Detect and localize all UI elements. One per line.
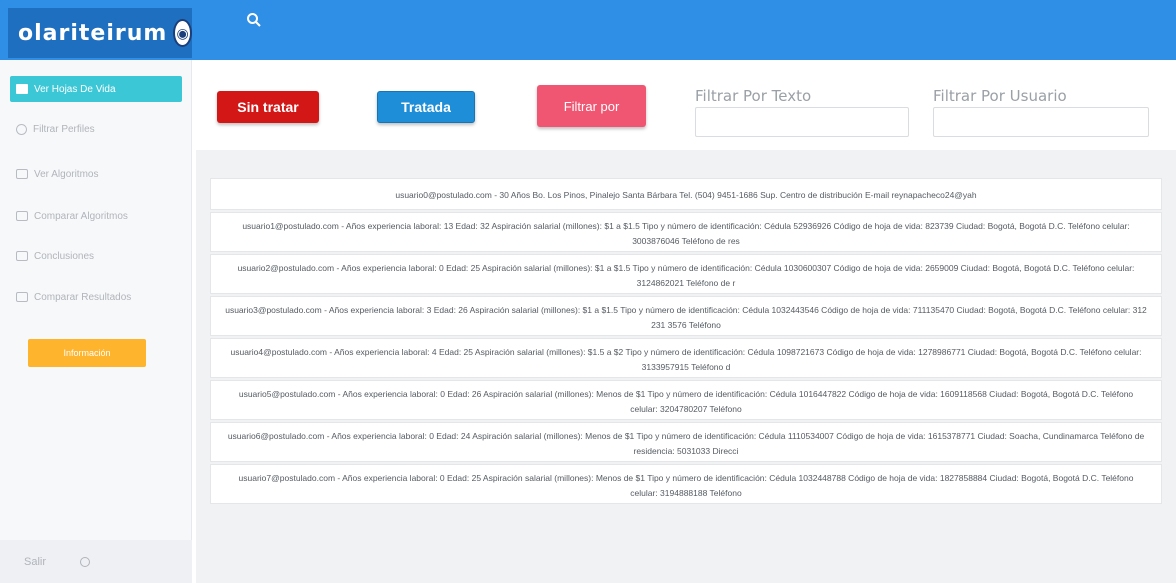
resume-list: usuario0@postulado.com - 30 Años Bo. Los… [210, 178, 1162, 506]
info-button[interactable]: Información [28, 339, 146, 367]
power-icon[interactable] [80, 556, 91, 567]
sidebar-item-label: Filtrar Perfiles [33, 123, 95, 135]
list-item[interactable]: usuario2@postulado.com - Años experienci… [210, 254, 1162, 294]
sidebar-item-label: Ver Hojas De Vida [34, 83, 116, 95]
top-navbar: olariteirum ◉ [0, 0, 1176, 60]
text-filter-label: Filtrar Por Texto [695, 87, 812, 105]
app-logo[interactable]: olariteirum ◉ [8, 8, 192, 58]
filter-by-button[interactable]: Filtrar por [537, 85, 646, 127]
sidebar-item-ver-algoritmos[interactable]: Ver Algoritmos [10, 161, 182, 187]
list-item[interactable]: usuario5@postulado.com - Años experienci… [210, 380, 1162, 420]
sidebar-item-label: Conclusiones [34, 250, 95, 262]
sidebar-item-label: Comparar Resultados [34, 291, 132, 303]
list-item[interactable]: usuario1@postulado.com - Años experienci… [210, 212, 1162, 252]
text-filter-input[interactable] [695, 107, 909, 137]
sidebar-item-conclusiones[interactable]: Conclusiones [10, 243, 182, 269]
list-item[interactable]: usuario0@postulado.com - 30 Años Bo. Los… [210, 178, 1162, 210]
user-filter-input[interactable] [933, 107, 1149, 137]
list-icon [16, 169, 28, 179]
sidebar-item-filtrar-perfiles[interactable]: Filtrar Perfiles [10, 116, 182, 142]
untreated-button[interactable]: Sin tratar [217, 91, 319, 123]
filter-icon [16, 123, 27, 135]
file-icon [16, 292, 28, 302]
sidebar-item-ver-hojas-de-vida[interactable]: Ver Hojas De Vida [10, 76, 182, 102]
main-content: usuario0@postulado.com - 30 Años Bo. Los… [196, 150, 1176, 583]
logo-text: olariteirum [18, 20, 168, 46]
list-item[interactable]: usuario6@postulado.com - Años experienci… [210, 422, 1162, 462]
logout-label[interactable]: Salir [24, 556, 46, 568]
list-item[interactable]: usuario4@postulado.com - Años experienci… [210, 338, 1162, 378]
chart-icon [16, 211, 28, 221]
sidebar: Ver Hojas De Vida Filtrar Perfiles Ver A… [0, 60, 192, 583]
folder-icon [16, 251, 28, 261]
treated-button[interactable]: Tratada [377, 91, 475, 123]
list-item[interactable]: usuario7@postulado.com - Años experienci… [210, 464, 1162, 504]
list-item[interactable]: usuario3@postulado.com - Años experienci… [210, 296, 1162, 336]
sidebar-item-label: Ver Algoritmos [34, 168, 99, 180]
sidebar-item-comparar-algoritmos[interactable]: Comparar Algoritmos [10, 203, 182, 229]
user-filter-label: Filtrar Por Usuario [933, 87, 1067, 105]
sidebar-footer: Salir [0, 540, 192, 583]
sidebar-item-label: Comparar Algoritmos [34, 210, 128, 222]
document-icon [16, 84, 28, 94]
logo-emblem-icon: ◉ [173, 19, 192, 47]
sidebar-item-comparar-resultados[interactable]: Comparar Resultados [10, 284, 182, 310]
filter-bar: Sin tratar Tratada Filtrar por Filtrar P… [196, 76, 1176, 148]
search-icon[interactable] [246, 12, 262, 28]
